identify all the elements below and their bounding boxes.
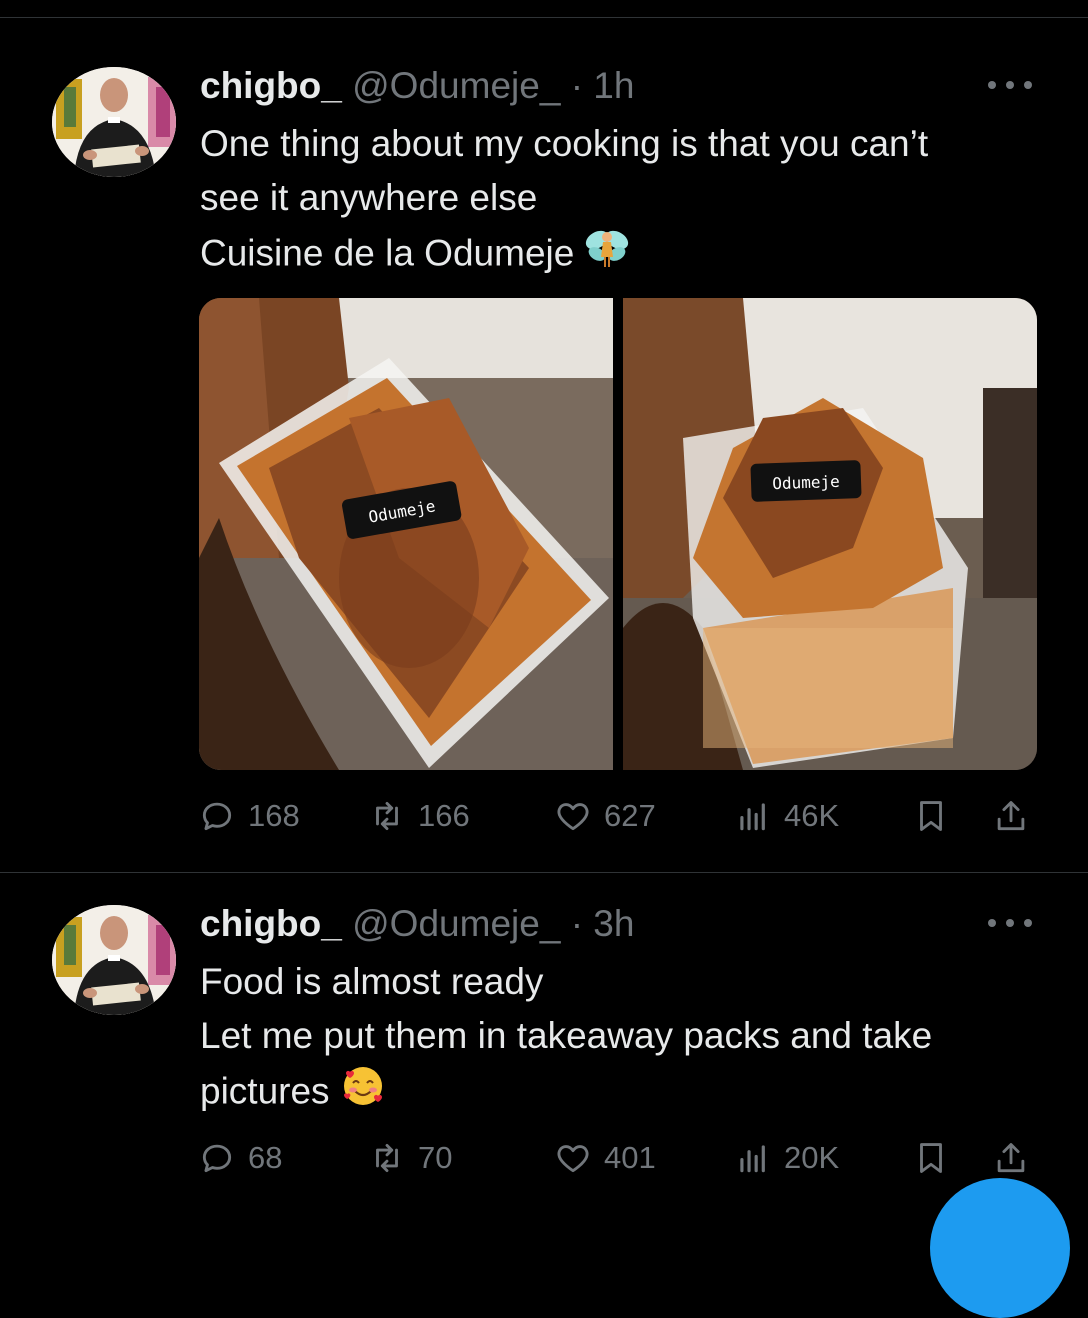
tweet-actions: 68 70 401 20K	[198, 1136, 1038, 1180]
top-divider	[0, 17, 1088, 18]
repost-count: 70	[418, 1140, 453, 1175]
view-count: 20K	[784, 1140, 840, 1175]
reply-count: 168	[248, 798, 300, 833]
reply-icon	[202, 1144, 232, 1173]
tweet-text: One thing about my cooking is that you c…	[200, 117, 1050, 286]
repost-button[interactable]: 70	[368, 1136, 452, 1180]
tweet-header: chigbo_ @Odumeje_ · 1h	[200, 64, 634, 108]
like-count: 401	[604, 1140, 656, 1175]
views-icon	[740, 1145, 765, 1173]
like-button[interactable]: 627	[554, 794, 656, 838]
tweet-text-line: Food is almost ready	[200, 961, 544, 1002]
share-icon	[997, 801, 1025, 831]
repost-count: 166	[418, 798, 470, 833]
share-button[interactable]	[992, 1136, 1030, 1180]
food-photo[interactable]: Odumeje	[199, 298, 613, 770]
display-name[interactable]: chigbo_	[200, 65, 342, 106]
user-handle[interactable]: @Odumeje_	[352, 903, 560, 944]
reply-button[interactable]: 168	[198, 794, 300, 838]
view-count: 46K	[784, 798, 840, 833]
timestamp[interactable]: 1h	[593, 65, 634, 106]
fairy-emoji-icon	[584, 225, 630, 286]
separator-dot: ·	[570, 903, 584, 944]
repost-button[interactable]: 166	[368, 794, 470, 838]
reply-icon	[202, 802, 232, 831]
repost-icon	[376, 1143, 398, 1173]
like-button[interactable]: 401	[554, 1136, 656, 1180]
share-button[interactable]	[992, 794, 1030, 838]
compose-button[interactable]	[930, 1178, 1070, 1318]
views-button[interactable]: 46K	[734, 794, 839, 838]
tweet-text-line: pictures	[200, 1063, 1050, 1124]
tweet-text-span: Cuisine de la Odumeje	[200, 232, 575, 274]
bookmark-icon	[920, 801, 942, 831]
food-photo[interactable]: Odumeje	[623, 298, 1037, 770]
bookmark-icon	[920, 1143, 942, 1173]
user-handle[interactable]: @Odumeje_	[352, 65, 560, 106]
more-options-icon[interactable]	[988, 70, 1032, 100]
tweet-text: Food is almost ready Let me put them in …	[200, 955, 1050, 1124]
avatar-image	[52, 905, 176, 1015]
share-icon	[997, 1143, 1025, 1173]
media-grid[interactable]: Odumeje Odumeje	[199, 298, 1037, 770]
avatar-image	[52, 67, 176, 177]
tweet-actions: 168 166 627 46K	[198, 794, 1038, 838]
watermark-text: Odumeje	[772, 472, 840, 493]
tweet-text-line: One thing about my cooking is that you c…	[200, 123, 929, 164]
display-name[interactable]: chigbo_	[200, 903, 342, 944]
heart-icon	[557, 1145, 589, 1173]
tweet-text-line: Let me put them in takeaway packs and ta…	[200, 1015, 933, 1056]
avatar[interactable]	[52, 67, 176, 177]
separator-dot: ·	[570, 65, 584, 106]
smiling-face-with-hearts-emoji-icon	[340, 1063, 386, 1124]
tweet-divider	[0, 872, 1088, 873]
tweet-text-span: pictures	[200, 1070, 330, 1112]
timestamp[interactable]: 3h	[593, 903, 634, 944]
more-options-icon[interactable]	[988, 908, 1032, 938]
views-button[interactable]: 20K	[734, 1136, 839, 1180]
heart-icon	[557, 803, 589, 831]
tweet-text-line: Cuisine de la Odumeje	[200, 225, 1050, 286]
views-icon	[740, 803, 765, 831]
repost-icon	[376, 801, 398, 831]
like-count: 627	[604, 798, 656, 833]
bookmark-button[interactable]	[912, 1136, 950, 1180]
tweet-text-line: see it anywhere else	[200, 177, 538, 218]
tweet-header: chigbo_ @Odumeje_ · 3h	[200, 902, 634, 946]
reply-count: 68	[248, 1140, 283, 1175]
bookmark-button[interactable]	[912, 794, 950, 838]
avatar[interactable]	[52, 905, 176, 1015]
reply-button[interactable]: 68	[198, 1136, 282, 1180]
